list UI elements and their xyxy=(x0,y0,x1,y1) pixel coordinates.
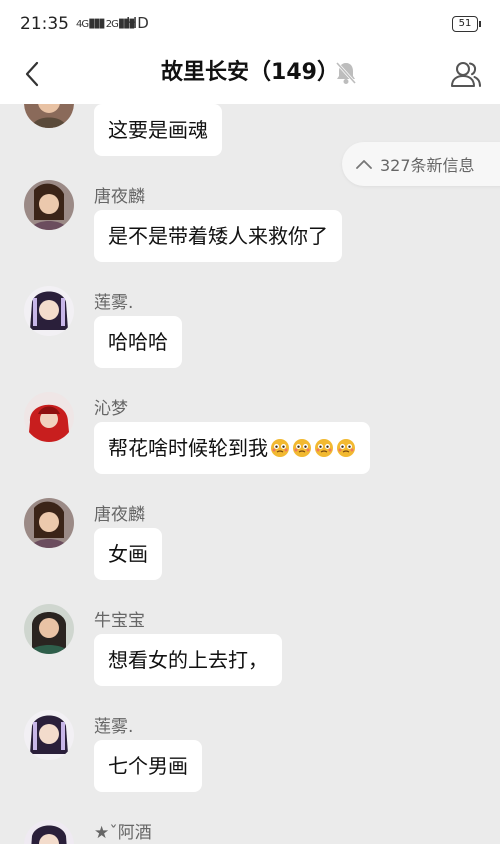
signal-1-label: 4G xyxy=(76,19,89,30)
avatar[interactable] xyxy=(24,286,74,336)
group-members-button[interactable] xyxy=(446,54,486,94)
message-bubble[interactable]: 七个男画 xyxy=(94,740,202,792)
message-bubble[interactable]: 想看女的上去打， xyxy=(94,634,282,686)
flushed-face-icon xyxy=(268,436,290,460)
flushed-face-icon xyxy=(290,436,312,460)
avatar[interactable] xyxy=(24,104,74,128)
message-bubble[interactable]: 哈哈哈 xyxy=(94,316,182,368)
sender-name: ★ˇ阿酒 xyxy=(94,823,152,843)
avatar[interactable] xyxy=(24,180,74,230)
new-messages-button[interactable]: 327条新信息 xyxy=(342,142,500,186)
signal-2-label: 2G xyxy=(105,19,119,30)
avatar[interactable] xyxy=(24,392,74,442)
chat-message-list[interactable]: 327条新信息 这要是画魂 唐夜麟 是不是带着矮人来救你了 莲雾. 哈哈哈 沁梦… xyxy=(0,104,500,844)
message-bubble[interactable]: 是不是带着矮人来救你了 xyxy=(94,210,342,262)
message-bubble[interactable]: 这要是画魂 xyxy=(94,104,222,156)
sender-name: 沁梦 xyxy=(94,399,128,419)
signal-icon: 4G▮▮▮ 2G▮▮▮ xyxy=(76,16,135,31)
message-text: 帮花啥时候轮到我 xyxy=(108,436,268,460)
sender-name: 牛宝宝 xyxy=(94,611,145,631)
new-messages-label: 327条新信息 xyxy=(380,156,475,175)
page-title: 故里长安（149） xyxy=(161,60,339,85)
sender-name: 唐夜麟 xyxy=(94,187,145,207)
nav-bar: 故里长安（149） xyxy=(0,48,500,104)
chevron-up-icon xyxy=(356,159,372,169)
flushed-face-icon xyxy=(312,436,334,460)
message-bubble[interactable]: 帮花啥时候轮到我 xyxy=(94,422,370,474)
sender-name: 莲雾. xyxy=(94,717,134,737)
sender-name: 唐夜麟 xyxy=(94,505,145,525)
avatar[interactable] xyxy=(24,820,74,844)
avatar[interactable] xyxy=(24,710,74,760)
hd-indicator: HD xyxy=(126,14,149,32)
flushed-face-icon xyxy=(334,436,356,460)
battery-icon: 51 xyxy=(452,16,481,32)
group-members-icon xyxy=(451,62,481,87)
status-bar: 21:35 4G▮▮▮ 2G▮▮▮ HD 51 xyxy=(0,0,500,48)
sender-name: 莲雾. xyxy=(94,293,134,313)
message-bubble[interactable]: 女画 xyxy=(94,528,162,580)
avatar[interactable] xyxy=(24,498,74,548)
avatar[interactable] xyxy=(24,604,74,654)
status-time: 21:35 xyxy=(20,14,69,34)
bell-muted-icon xyxy=(335,61,357,85)
